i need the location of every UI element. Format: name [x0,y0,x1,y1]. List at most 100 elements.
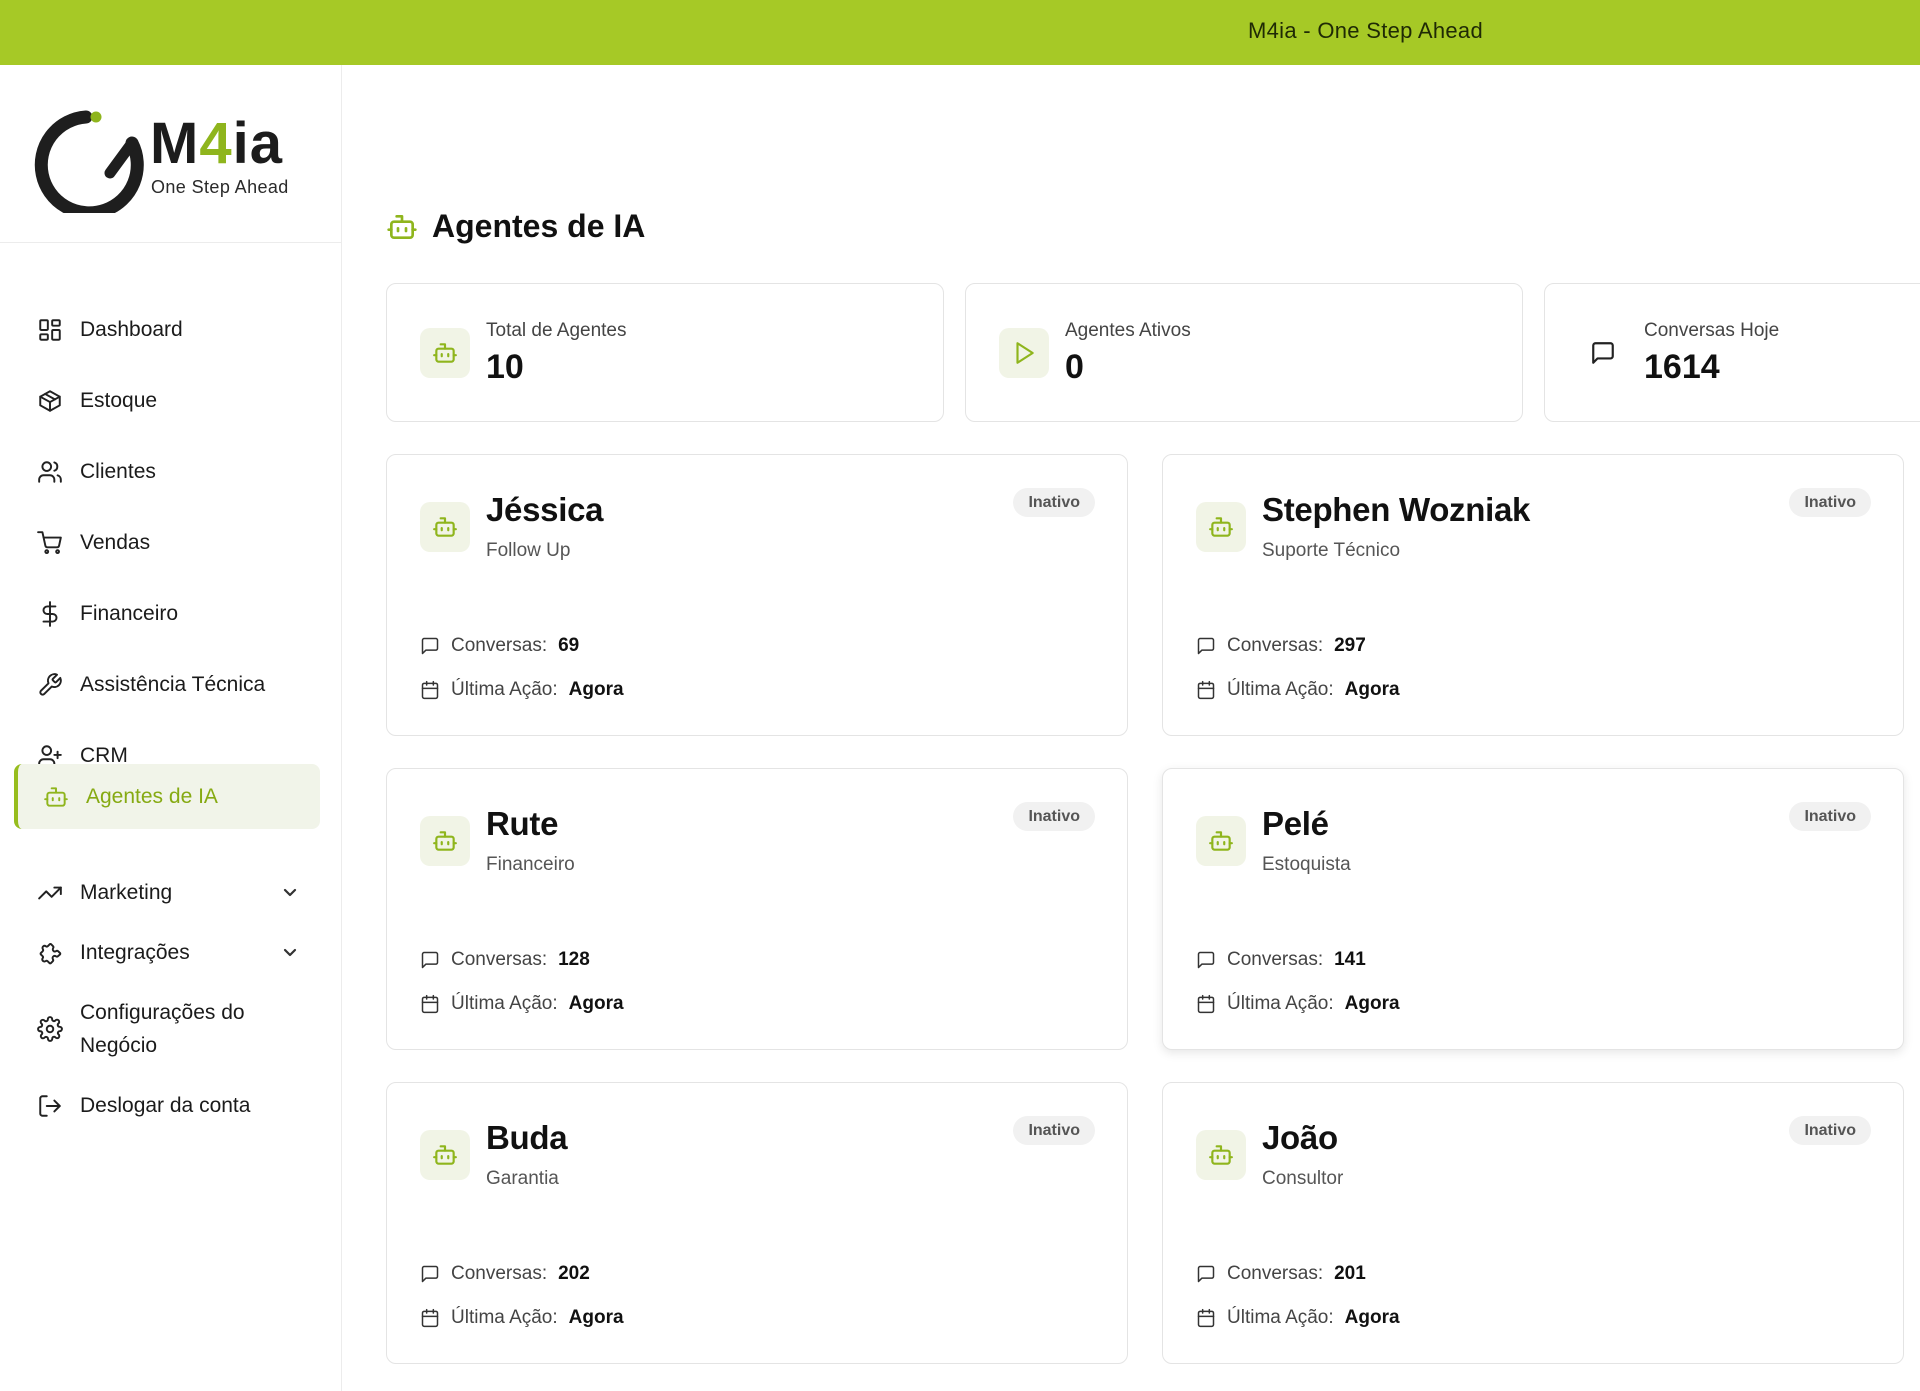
conversations-row: Conversas: 141 [1196,949,1366,971]
logo-ring-icon [34,110,144,213]
agent-name: Pelé [1262,805,1329,842]
bot-icon [420,1130,470,1180]
status-badge: Inativo [1013,488,1095,517]
sidebar-item-deslogar[interactable]: Deslogar da conta [14,1075,320,1137]
status-badge: Inativo [1013,802,1095,831]
sidebar-item-label: Financeiro [80,602,179,625]
shopping-cart-icon [36,529,64,557]
agent-role: Consultor [1262,1168,1344,1189]
calendar-icon [421,680,439,700]
bot-icon [387,214,417,239]
last-action-row: Última Ação: Agora [420,993,624,1015]
sidebar-item-integracoes[interactable]: Integrações [14,922,320,984]
stat-value: 10 [486,348,524,386]
sidebar-item-estoque[interactable]: Estoque [14,370,320,432]
message-square-icon [421,1265,439,1283]
message-square-icon [1197,1265,1215,1283]
agent-card[interactable]: Buda Garantia Inativo Conversas: 202 Últi… [386,1082,1128,1364]
bot-icon [42,783,70,811]
agent-card[interactable]: Jéssica Follow Up Inativo Conversas: 69 Ú… [386,454,1128,736]
last-action-row: Última Ação: Agora [1196,679,1400,701]
conversations-row: Conversas: 69 [420,635,579,657]
page-title: Agentes de IA [432,208,646,244]
bot-icon [420,816,470,866]
sidebar-item-label: Dashboard [80,318,183,341]
agent-card[interactable]: Stephen Wozniak Suporte Técnico Inativo … [1162,454,1904,736]
sidebar-item-label: Integrações [80,941,190,964]
status-badge: Inativo [1789,1116,1871,1145]
stat-label: Total de Agentes [486,320,627,341]
logo[interactable]: M4ia One Step Ahead [0,65,341,243]
bot-icon [1196,816,1246,866]
sidebar-item-label: Deslogar da conta [80,1094,251,1117]
agent-name: João [1262,1119,1338,1156]
app-title: M4ia - One Step Ahead [1248,18,1484,43]
chevron-down-icon[interactable] [282,944,298,960]
calendar-icon [421,1308,439,1328]
conversations-row: Conversas: 128 [420,949,590,971]
message-square-icon [421,951,439,969]
sidebar-item-financeiro[interactable]: Financeiro [14,583,320,645]
sidebar-item-dashboard[interactable]: Dashboard [14,299,320,361]
dashboard-grid-icon [36,316,64,344]
conversations-row: Conversas: 201 [1196,1263,1366,1285]
agent-card[interactable]: João Consultor Inativo Conversas: 201 Últ… [1162,1082,1904,1364]
stat-card-total-agentes: Total de Agentes 10 [386,283,944,422]
sidebar-item-label: Marketing [80,881,173,904]
trending-up-icon [36,879,64,907]
sidebar-item-vendas[interactable]: Vendas [14,512,320,574]
bot-icon [1196,502,1246,552]
last-action-row: Última Ação: Agora [420,1307,624,1329]
message-square-icon [1197,637,1215,655]
status-badge: Inativo [1789,802,1871,831]
last-action-row: Última Ação: Agora [420,679,624,701]
sidebar-item-configuracoes-do-negocio[interactable]: Configurações do Negócio [14,984,320,1074]
top-bar: M4ia - One Step Ahead [0,0,1920,65]
puzzle-icon [36,939,64,967]
agent-card[interactable]: Pelé Estoquista Inativo Conversas: 141 Úl… [1162,768,1904,1050]
sidebar-item-label: Clientes [80,460,156,483]
last-action-row: Última Ação: Agora [1196,993,1400,1015]
message-square-icon [421,637,439,655]
chevron-down-icon[interactable] [282,884,298,900]
agent-role: Garantia [486,1168,559,1189]
agent-role: Financeiro [486,854,575,875]
agent-card[interactable]: Rute Financeiro Inativo Conversas: 128 Úl… [386,768,1128,1050]
sidebar-item-agentes-de-ia[interactable]: Agentes de IA [14,764,320,829]
bot-icon [1196,1130,1246,1180]
calendar-icon [1197,994,1215,1014]
sidebar-item-label: Estoque [80,389,158,412]
sidebar-item-label: Agentes de IA [86,784,218,808]
logout-icon [36,1092,64,1120]
bot-icon [420,502,470,552]
logo-wordmark: M4ia [150,111,283,176]
sidebar-item-marketing[interactable]: Marketing [14,862,320,924]
agent-role: Estoquista [1262,854,1351,875]
stat-card-agentes-ativos: Agentes Ativos 0 [965,283,1523,422]
stat-value: 1614 [1644,348,1720,386]
sidebar-item-label: Vendas [80,531,151,554]
agent-name: Stephen Wozniak [1262,491,1531,528]
logo-tagline: One Step Ahead [151,177,289,197]
sidebar-item-assistencia-tecnica[interactable]: Assistência Técnica [14,654,320,716]
sidebar-item-label: Assistência Técnica [80,673,266,696]
sidebar-item-clientes[interactable]: Clientes [14,441,320,503]
stat-value: 0 [1065,348,1084,386]
stat-label: Conversas Hoje [1644,320,1780,341]
conversations-row: Conversas: 297 [1196,635,1366,657]
sidebar-item-label: Configurações do Negócio [80,1001,245,1057]
calendar-icon [1197,1308,1215,1328]
agent-role: Suporte Técnico [1262,540,1401,561]
page-header: Agentes de IA [386,208,645,245]
stat-card-conversas-hoje: Conversas Hoje 1614 [1544,283,1920,422]
agent-name: Buda [486,1119,568,1156]
wrench-icon [36,671,64,699]
conversations-row: Conversas: 202 [420,1263,590,1285]
dollar-icon [36,600,64,628]
play-icon [999,328,1049,378]
message-square-icon [1197,951,1215,969]
message-square-icon [1578,328,1628,378]
stat-label: Agentes Ativos [1065,320,1191,341]
status-badge: Inativo [1789,488,1871,517]
agent-role: Follow Up [486,540,571,561]
